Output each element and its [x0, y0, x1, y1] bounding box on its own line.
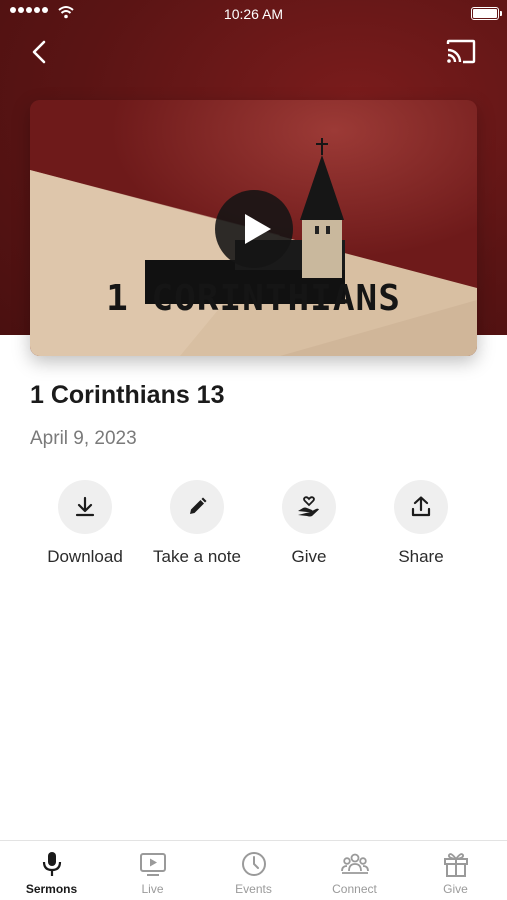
tab-sermons[interactable]: Sermons	[1, 841, 102, 900]
video-artwork-title: 1 CORINTHIANS	[106, 278, 401, 319]
bottom-tab-bar: Sermons Live Events Connect Give	[0, 840, 507, 900]
status-bar: 10:26 AM	[0, 0, 507, 28]
pencil-icon	[190, 497, 207, 514]
sermon-date: April 9, 2023	[30, 428, 137, 449]
take-note-button[interactable]: Take a note	[141, 480, 253, 567]
tab-connect-label: Connect	[332, 882, 377, 896]
share-label: Share	[398, 547, 444, 566]
people-icon	[340, 853, 369, 874]
sermon-video-thumbnail[interactable]: 1 CORINTHIANS	[30, 100, 477, 356]
download-icon	[75, 496, 95, 517]
tab-live-label: Live	[141, 882, 164, 896]
take-note-label: Take a note	[153, 547, 241, 566]
share-button[interactable]: Share	[365, 480, 477, 567]
chevron-left-icon	[32, 40, 46, 64]
hand-heart-icon	[298, 496, 319, 517]
tab-give-label: Give	[443, 882, 468, 896]
give-button[interactable]: Give	[253, 480, 365, 567]
tab-give[interactable]: Give	[405, 841, 506, 900]
cast-button[interactable]	[445, 38, 477, 66]
tab-connect[interactable]: Connect	[304, 841, 405, 900]
tab-live[interactable]: Live	[102, 841, 203, 900]
microphone-icon	[42, 852, 61, 876]
gift-icon	[443, 853, 468, 877]
status-time: 10:26 AM	[223, 6, 284, 22]
play-button[interactable]	[215, 190, 293, 268]
share-icon	[411, 496, 431, 517]
cast-icon	[446, 39, 476, 64]
tv-play-icon	[139, 853, 166, 876]
download-button[interactable]: Download	[29, 480, 141, 567]
tab-events[interactable]: Events	[203, 841, 304, 900]
clock-icon	[241, 852, 266, 876]
sermon-actions: Download Take a note Give Share	[0, 480, 507, 580]
battery-icon	[471, 7, 502, 20]
sermon-title: 1 Corinthians 13	[30, 381, 225, 409]
tab-events-label: Events	[235, 882, 272, 896]
play-icon	[245, 214, 271, 244]
tab-sermons-label: Sermons	[25, 882, 78, 896]
download-label: Download	[47, 547, 123, 566]
give-label: Give	[291, 547, 327, 566]
back-button[interactable]	[28, 38, 52, 66]
